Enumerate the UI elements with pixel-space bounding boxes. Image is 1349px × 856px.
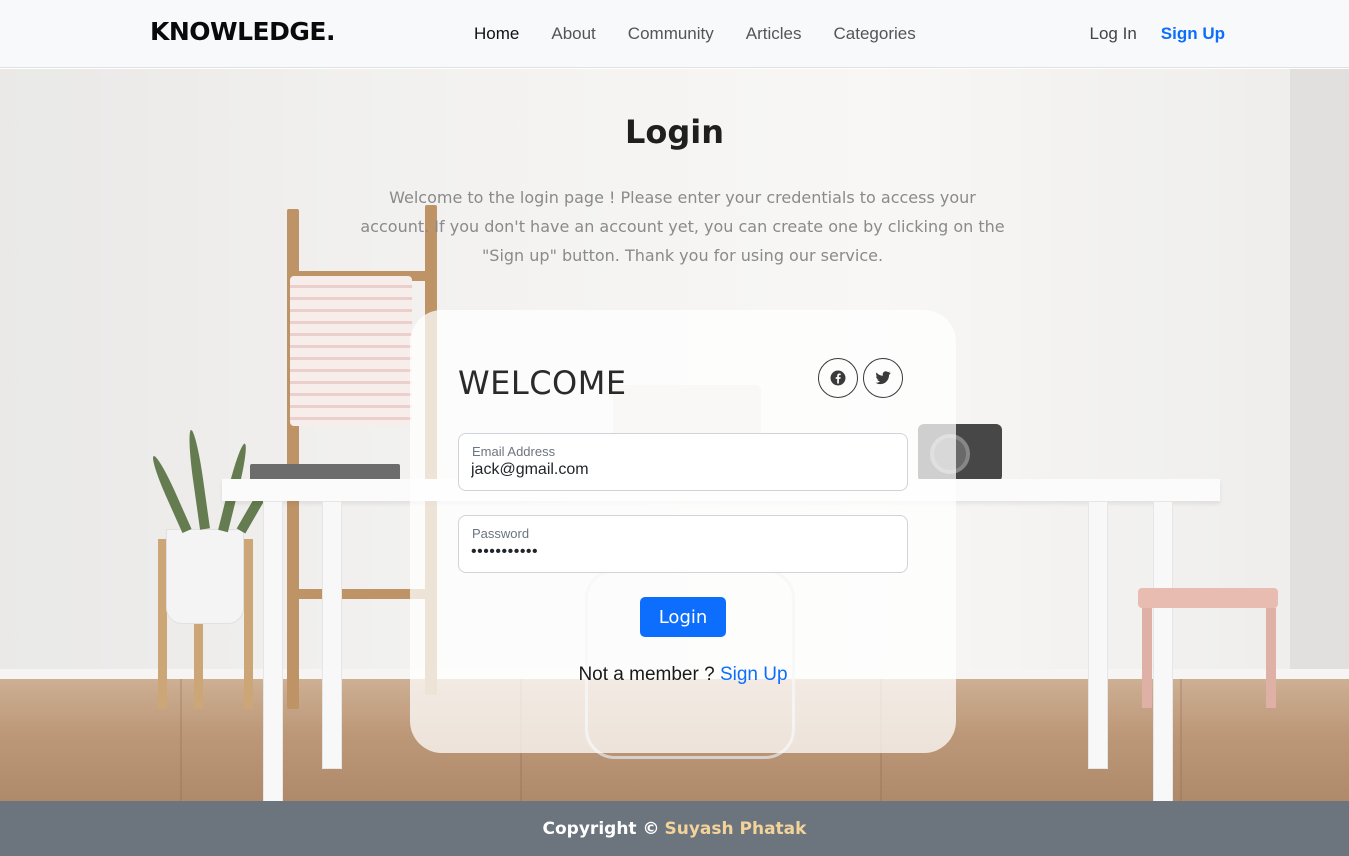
author-name[interactable]: Suyash Phatak [664,819,806,839]
email-label: Email Address [472,444,556,459]
navbar: KNOWLEDGE. Home About Community Articles… [0,0,1349,68]
password-input[interactable] [471,543,891,561]
nav-link-community[interactable]: Community [628,24,714,44]
member-signup-link[interactable]: Sign Up [720,664,788,685]
member-prompt-text: Not a member ? [578,664,715,685]
login-card: WELCOME Email Address Password Login Not… [410,310,956,753]
facebook-button[interactable] [818,358,858,398]
signup-link[interactable]: Sign Up [1161,24,1225,44]
password-label: Password [472,526,530,541]
twitter-icon [875,371,891,385]
facebook-icon [830,370,846,386]
nav-link-categories[interactable]: Categories [834,24,916,44]
page-title: Login [624,113,725,151]
intro-text: Welcome to the login page ! Please enter… [360,188,1005,265]
member-prompt: Not a member ? Sign Up [410,664,956,686]
nav-link-articles[interactable]: Articles [746,24,802,44]
copyright-text: Copyright © [542,818,660,839]
login-button[interactable]: Login [640,597,726,637]
nav-link-home[interactable]: Home [474,24,519,44]
nav-link-about[interactable]: About [551,24,595,44]
brand-logo[interactable]: KNOWLEDGE. [150,17,335,46]
twitter-button[interactable] [863,358,903,398]
login-link[interactable]: Log In [1090,24,1137,44]
footer: Copyright © Suyash Phatak [0,801,1349,856]
email-input[interactable] [471,461,891,479]
password-field: Password [458,515,908,573]
nav-links: Home About Community Articles Categories [474,24,916,44]
email-field: Email Address [458,433,908,491]
auth-links: Log In Sign Up [1090,24,1225,44]
welcome-heading: WELCOME [458,364,627,402]
